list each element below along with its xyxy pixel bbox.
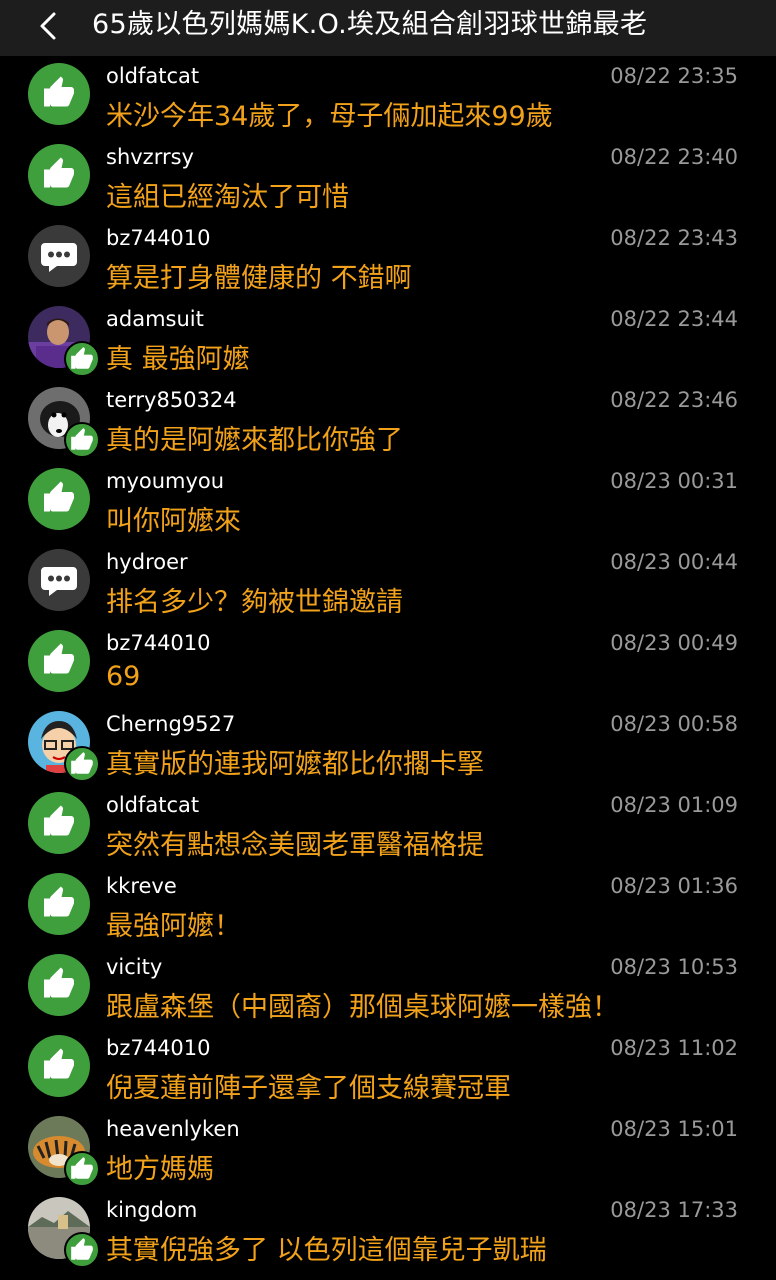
comment-timestamp: 08/23 11:02 [610, 1036, 738, 1060]
comment-row[interactable]: adamsuit 08/22 23:44 真 最強阿嬤 [0, 299, 776, 380]
comment-username[interactable]: bz744010 [106, 631, 211, 655]
comment-username[interactable]: hydroer [106, 550, 188, 574]
chat-bubble-icon [28, 225, 90, 287]
comment-timestamp: 08/23 17:33 [610, 1198, 738, 1222]
comment-username[interactable]: terry850324 [106, 388, 237, 412]
comment-text: 其實倪強多了 以色列這個靠兒子凱瑞 [106, 1235, 547, 1266]
comment-username[interactable]: adamsuit [106, 307, 204, 331]
comment-username[interactable]: kkreve [106, 874, 177, 898]
app-header: 65歲以色列媽媽K.O.埃及組合創羽球世錦最老 [0, 0, 776, 56]
comment-username[interactable]: vicity [106, 955, 162, 979]
thumbs-up-icon [28, 792, 90, 854]
comment-timestamp: 08/22 23:40 [610, 145, 738, 169]
comment-timestamp: 08/23 00:31 [610, 469, 738, 493]
comment-row[interactable]: kkreve 08/23 01:36 最強阿嬤！ [0, 866, 776, 947]
comment-row[interactable]: bz744010 08/22 23:43 算是打身體健康的 不錯啊 [0, 218, 776, 299]
comment-timestamp: 08/23 15:01 [610, 1117, 738, 1141]
comment-timestamp: 08/23 01:36 [610, 874, 738, 898]
comment-text: 排名多少？夠被世錦邀請 [106, 587, 403, 618]
comment-text: 69 [106, 661, 141, 692]
thumbs-up-icon [64, 341, 100, 377]
comment-text: 突然有點想念美國老軍醫福格提 [106, 830, 484, 861]
page-title: 65歲以色列媽媽K.O.埃及組合創羽球世錦最老 [92, 9, 648, 40]
comment-text: 真的是阿嬤來都比你強了 [106, 425, 403, 456]
comment-row[interactable]: kingdom 08/23 17:33 其實倪強多了 以色列這個靠兒子凱瑞 [0, 1190, 776, 1271]
thumbs-up-icon [28, 873, 90, 935]
comment-row[interactable]: heavenlyken 08/23 15:01 地方媽媽 [0, 1109, 776, 1190]
comment-username[interactable]: bz744010 [106, 1036, 211, 1060]
comment-text: 倪夏蓮前陣子還拿了個支線賽冠軍 [106, 1073, 511, 1104]
comment-username[interactable]: myoumyou [106, 469, 224, 493]
comment-row[interactable]: bz744010 08/23 00:49 69 [0, 623, 776, 704]
comment-row[interactable]: bz744010 08/23 11:02 倪夏蓮前陣子還拿了個支線賽冠軍 [0, 1028, 776, 1109]
comment-timestamp: 08/23 00:44 [610, 550, 738, 574]
comment-timestamp: 08/23 00:58 [610, 712, 738, 736]
comment-username[interactable]: oldfatcat [106, 793, 199, 817]
comment-timestamp: 08/22 23:44 [610, 307, 738, 331]
comment-row[interactable]: oldfatcat 08/23 01:09 突然有點想念美國老軍醫福格提 [0, 785, 776, 866]
thumbs-up-icon [64, 746, 100, 782]
thumbs-up-icon [28, 954, 90, 1016]
comment-username[interactable]: kingdom [106, 1198, 197, 1222]
comment-row[interactable]: shvzrrsy 08/22 23:40 這組已經淘汰了可惜 [0, 137, 776, 218]
thumbs-up-icon [28, 144, 90, 206]
comment-timestamp: 08/23 00:49 [610, 631, 738, 655]
thumbs-up-icon [64, 1151, 100, 1187]
comment-username[interactable]: heavenlyken [106, 1117, 240, 1141]
comment-text: 這組已經淘汰了可惜 [106, 182, 349, 213]
comment-timestamp: 08/22 23:35 [610, 64, 738, 88]
thumbs-up-icon [64, 422, 100, 458]
comment-text: 真 最強阿嬤 [106, 344, 250, 375]
comment-text: 米沙今年34歲了，母子倆加起來99歲 [106, 101, 553, 132]
comment-row[interactable]: oldfatcat 08/22 23:35 米沙今年34歲了，母子倆加起來99歲 [0, 56, 776, 137]
comment-timestamp: 08/22 23:46 [610, 388, 738, 412]
comment-row[interactable]: vicity 08/23 10:53 跟盧森堡（中國裔）那個桌球阿嬤一樣強！ [0, 947, 776, 1028]
comment-username[interactable]: bz744010 [106, 226, 211, 250]
comment-text: 真實版的連我阿嬤都比你擱卡掔 [106, 749, 484, 780]
comment-row[interactable]: hydroer 08/23 00:44 排名多少？夠被世錦邀請 [0, 542, 776, 623]
comment-row[interactable]: myoumyou 08/23 00:31 叫你阿嬤來 [0, 461, 776, 542]
comment-row[interactable]: terry850324 08/22 23:46 真的是阿嬤來都比你強了 [0, 380, 776, 461]
comment-username[interactable]: Cherng9527 [106, 712, 235, 736]
comment-timestamp: 08/22 23:43 [610, 226, 738, 250]
comment-list[interactable]: oldfatcat 08/22 23:35 米沙今年34歲了，母子倆加起來99歲 sh… [0, 56, 776, 1271]
comment-timestamp: 08/23 10:53 [610, 955, 738, 979]
comment-text: 算是打身體健康的 不錯啊 [106, 263, 412, 294]
comment-row[interactable]: Cherng9527 08/23 00:58 真實版的連我阿嬤都比你擱卡掔 [0, 704, 776, 785]
comment-text: 叫你阿嬤來 [106, 506, 241, 537]
comment-text: 地方媽媽 [106, 1154, 214, 1185]
thumbs-up-icon [28, 630, 90, 692]
comment-username[interactable]: oldfatcat [106, 64, 199, 88]
thumbs-up-icon [28, 63, 90, 125]
comment-text: 跟盧森堡（中國裔）那個桌球阿嬤一樣強！ [106, 992, 619, 1023]
comment-timestamp: 08/23 01:09 [610, 793, 738, 817]
comment-username[interactable]: shvzrrsy [106, 145, 194, 169]
comment-text: 最強阿嬤！ [106, 911, 241, 942]
thumbs-up-icon [64, 1232, 100, 1268]
thumbs-up-icon [28, 1035, 90, 1097]
chat-bubble-icon [28, 549, 90, 611]
thumbs-up-icon [28, 468, 90, 530]
chevron-left-icon[interactable] [30, 6, 70, 46]
